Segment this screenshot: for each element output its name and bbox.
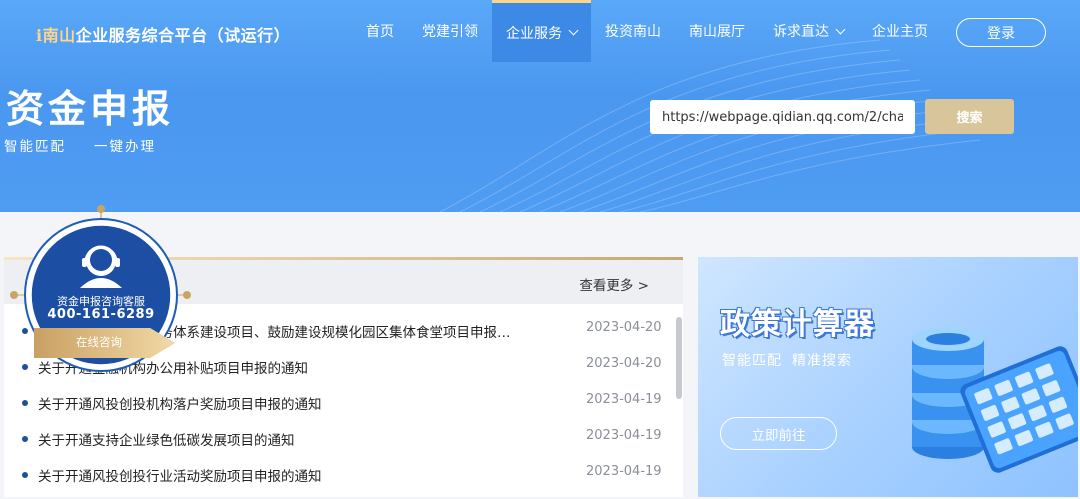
nav-item-enterprise-services[interactable]: 企业服务 — [492, 0, 591, 62]
list-item[interactable]: 关于开通支持企业绿色低碳发展项目的通知 2023-04-19 — [4, 421, 674, 457]
nav-item-party[interactable]: 党建引领 — [408, 0, 492, 62]
calculator-illustration — [912, 327, 1078, 473]
news-title: 关于开通支持企业绿色低碳发展项目的通知 — [38, 433, 295, 449]
chevron-down-icon — [568, 25, 579, 36]
nav-label: 首页 — [366, 24, 394, 40]
bullet-icon — [22, 472, 28, 478]
badge-dot-left — [10, 291, 18, 299]
nav-label: 南山展厅 — [689, 24, 745, 40]
hero-subtitle-2: 一键办理 — [94, 139, 156, 155]
list-item[interactable]: 关于开通风投创投行业活动奖励项目申报的通知 2023-04-19 — [4, 457, 674, 493]
nav-item-company-home[interactable]: 企业主页 — [858, 0, 942, 62]
bullet-icon — [22, 436, 28, 442]
login-button[interactable]: 登录 — [956, 18, 1046, 47]
hero-subtitle-1: 智能匹配 — [4, 139, 66, 155]
nav-item-home[interactable]: 首页 — [352, 0, 408, 62]
online-consult-button[interactable]: 在线咨询 — [44, 334, 154, 350]
news-date: 2023-04-20 — [586, 320, 662, 335]
hero-subtitle: 智能匹配 一键办理 — [4, 135, 156, 155]
policy-calculator-card[interactable]: 政策计算器 智能匹配 精准搜索 立即前往 — [698, 257, 1078, 497]
page-title: 资金申报 — [6, 86, 175, 131]
nav-item-appeals[interactable]: 诉求直达 — [759, 0, 858, 62]
hero-banner: i南山企业服务综合平台（试运行） 首页 党建引领 企业服务 投资南山 南山展厅 … — [0, 0, 1080, 212]
news-scrollbar[interactable] — [676, 317, 682, 399]
list-item[interactable]: 关于开通风投创投机构落户奖励项目申报的通知 2023-04-19 — [4, 385, 674, 421]
search-button[interactable]: 搜索 — [925, 99, 1014, 134]
chevron-down-icon — [835, 24, 846, 34]
news-date: 2023-04-19 — [586, 464, 662, 479]
brand-text: 企业服务综合平台（试运行） — [75, 26, 291, 45]
calculator-subtitle: 智能匹配 精准搜索 — [722, 350, 852, 370]
brand-prefix: i南山 — [36, 26, 76, 45]
nav-item-exhibition[interactable]: 南山展厅 — [675, 0, 759, 62]
news-date: 2023-04-20 — [586, 356, 662, 371]
brand-logo[interactable]: i南山企业服务综合平台（试运行） — [36, 22, 290, 46]
news-title: 关于开通风投创投机构落户奖励项目申报的通知 — [38, 397, 322, 413]
nav-label: 企业服务 — [506, 25, 562, 42]
badge-dot-right — [183, 291, 191, 299]
search-input[interactable] — [650, 100, 915, 134]
nav-item-invest[interactable]: 投资南山 — [591, 0, 675, 62]
main-nav: 首页 党建引领 企业服务 投资南山 南山展厅 诉求直达 企业主页 — [352, 0, 942, 62]
calculator-title: 政策计算器 — [720, 307, 875, 342]
nav-label: 企业主页 — [872, 24, 928, 40]
service-badge-phone[interactable]: 400-161-6289 — [36, 307, 166, 322]
news-title: 关于开通风投创投行业活动奖励项目申报的通知 — [38, 469, 322, 485]
calculator-subtitle-2: 精准搜索 — [792, 353, 852, 369]
news-date: 2023-04-19 — [586, 428, 662, 443]
bullet-icon — [22, 400, 28, 406]
news-date: 2023-04-19 — [586, 392, 662, 407]
calculator-subtitle-1: 智能匹配 — [722, 353, 782, 369]
go-now-button[interactable]: 立即前往 — [720, 417, 837, 450]
nav-label: 诉求直达 — [773, 24, 829, 40]
nav-label: 投资南山 — [605, 24, 661, 40]
nav-label: 党建引领 — [422, 24, 478, 40]
view-more-link[interactable]: 查看更多 > — [579, 274, 649, 294]
